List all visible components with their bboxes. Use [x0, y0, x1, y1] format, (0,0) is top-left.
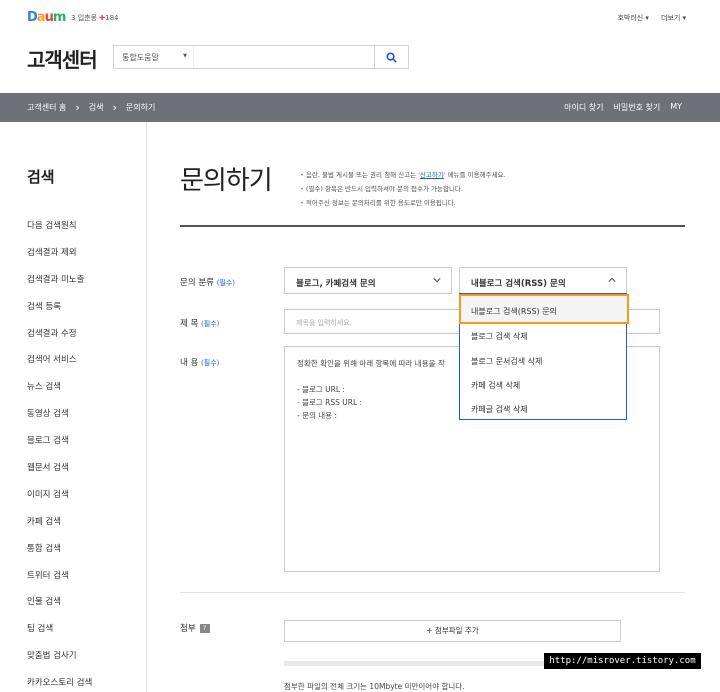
weather-day: 3 [71, 14, 76, 22]
top-bar: Daum 3 입춘몽 ✚184 호박러신 ▾ 더보기 ▾ [0, 0, 720, 36]
chevron-down-icon [433, 278, 441, 283]
breadcrumb: 고객센터 홈 › 검색 › 문의하기 [27, 102, 155, 113]
dropdown-option[interactable]: 카페글 검색 삭제 [460, 395, 626, 420]
daum-logo[interactable]: Daum [27, 10, 67, 25]
dropdown-option[interactable]: 블로그 문서검색 삭제 [460, 347, 626, 372]
chevron-up-icon [608, 277, 616, 282]
find-id-link[interactable]: 아이디 찾기 [564, 102, 603, 113]
attachment-note: 첨부한 파일의 전체 크기는 10Mbyte 미만이어야 합니다. [284, 682, 465, 691]
chevron-right-icon: › [75, 100, 80, 114]
search-button[interactable] [375, 45, 409, 69]
required-tag: (필수) [201, 359, 220, 367]
sidebar-item[interactable]: 블로그 검색 [27, 434, 92, 461]
sidebar-item[interactable]: 맞춤법 검사기 [27, 649, 92, 676]
weather-value: 184 [105, 14, 119, 22]
report-link[interactable]: 신고하기 [420, 171, 444, 179]
notice-item: 음란, 불법 게시물 또는 권리 침해 신고는 '신고하기' 메뉴를 이용해주세… [300, 168, 506, 182]
content-label-text: 내 용 [180, 358, 199, 368]
attach-label-text: 첨부 [180, 624, 196, 634]
search-scope-select[interactable]: 통합도움말 ▼ [114, 46, 194, 68]
nav-bar: 고객센터 홈 › 검색 › 문의하기 아이디 찾기 비밀번호 찾기 MY [0, 93, 720, 122]
sidebar-item[interactable]: 웹문서 검색 [27, 461, 92, 488]
category-sub-dropdown: 내블로그 검색(RSS) 문의 블로그 검색 삭제 블로그 문서검색 삭제 카페… [459, 293, 629, 420]
weather-text: 입춘몽 [77, 14, 98, 22]
sidebar-item[interactable]: 검색결과 제외 [27, 246, 92, 273]
site-title[interactable]: 고객센터 [27, 44, 98, 73]
sidebar-item[interactable]: 다음 검색원칙 [27, 219, 92, 246]
dropdown-option[interactable]: 카페 검색 삭제 [460, 371, 626, 396]
sidebar-title: 검색 [27, 168, 55, 186]
attach-label: 첨부? [180, 622, 210, 634]
sidebar-item[interactable]: 통합 검색 [27, 542, 92, 569]
help-icon[interactable]: ? [199, 624, 210, 633]
account-links: 아이디 찾기 비밀번호 찾기 MY [564, 102, 682, 113]
title-label-text: 제 목 [180, 319, 199, 329]
notice-text: 음란, 불법 게시물 또는 권리 침해 신고는 ' [305, 171, 420, 179]
breadcrumb-home[interactable]: 고객센터 홈 [27, 102, 66, 113]
category-sub-select[interactable]: 내블로그 검색(RSS) 문의 [459, 267, 627, 294]
sidebar-item[interactable]: 검색어 서비스 [27, 353, 92, 380]
user-menu-link[interactable]: 호박러신 ▾ [617, 13, 649, 23]
dropdown-option[interactable]: 내블로그 검색(RSS) 문의 [459, 294, 629, 324]
form-top-divider [180, 225, 685, 227]
breadcrumb-inquiry[interactable]: 문의하기 [126, 102, 155, 113]
top-right-links: 호박러신 ▾ 더보기 ▾ [617, 13, 686, 23]
logo-letter: D [27, 10, 38, 25]
category-label: 문의 분류 (필수) [180, 276, 235, 288]
my-link[interactable]: MY [670, 102, 682, 113]
more-menu-link[interactable]: 더보기 ▾ [661, 13, 686, 23]
logo-letter: a [36, 10, 46, 25]
weather-widget[interactable]: 3 입춘몽 ✚184 [71, 13, 119, 23]
notice-list: 음란, 불법 게시물 또는 권리 침해 신고는 '신고하기' 메뉴를 이용해주세… [300, 168, 506, 210]
breadcrumb-search[interactable]: 검색 [89, 102, 104, 113]
page-title: 문의하기 [180, 166, 273, 196]
logo-letter: u [44, 10, 54, 25]
search-icon [386, 51, 397, 63]
sidebar-item[interactable]: 팁 검색 [27, 622, 92, 649]
category-main-value: 블로그, 카페검색 문의 [296, 279, 376, 289]
sidebar-item[interactable]: 검색결과 수정 [27, 327, 92, 354]
sidebar: 검색 다음 검색원칙 검색결과 제외 검색결과 미노출 검색 등록 검색결과 수… [0, 122, 147, 692]
add-attachment-button[interactable]: + 첨부파일 추가 [284, 620, 621, 642]
chevron-right-icon: › [112, 100, 117, 114]
dropdown-option[interactable]: 블로그 검색 삭제 [460, 322, 626, 347]
required-tag: (필수) [201, 320, 220, 328]
category-main-select[interactable]: 블로그, 카페검색 문의 [284, 267, 452, 294]
search-scope-value: 통합도움말 [122, 53, 159, 62]
notice-item: 적어주신 정보는 문의처리를 위한 용도로만 이용됩니다. [300, 196, 506, 210]
sidebar-item[interactable]: 인물 검색 [27, 595, 92, 622]
sidebar-list: 다음 검색원칙 검색결과 제외 검색결과 미노출 검색 등록 검색결과 수정 검… [27, 219, 92, 692]
category-sub-value: 내블로그 검색(RSS) 문의 [471, 279, 566, 289]
required-tag: (필수) [216, 279, 236, 287]
sidebar-item[interactable]: 이미지 검색 [27, 488, 92, 515]
sidebar-item[interactable]: 카페 검색 [27, 515, 92, 542]
notice-text: ' 메뉴를 이용해주세요. [443, 171, 506, 179]
sidebar-item[interactable]: 검색 등록 [27, 300, 92, 327]
caret-down-icon: ▼ [183, 53, 187, 59]
sidebar-item[interactable]: 동영상 검색 [27, 407, 92, 434]
title-label: 제 목 (필수) [180, 317, 219, 329]
notice-item: (필수) 항목은 반드시 입력하셔야 문의 접수가 가능합니다. [300, 182, 506, 196]
form-divider [180, 592, 685, 593]
find-password-link[interactable]: 비밀번호 찾기 [614, 102, 661, 113]
sidebar-item[interactable]: 카카오스토리 검색 [27, 676, 92, 692]
sidebar-item[interactable]: 트위터 검색 [27, 569, 92, 596]
content-label: 내 용 (필수) [180, 356, 219, 368]
category-label-text: 문의 분류 [180, 278, 214, 288]
sidebar-item[interactable]: 검색결과 미노출 [27, 273, 92, 300]
search-box: 통합도움말 ▼ [113, 45, 375, 69]
sidebar-item[interactable]: 뉴스 검색 [27, 380, 92, 407]
logo-letter: m [52, 10, 67, 25]
watermark: http://misrover.tistory.com [544, 653, 701, 669]
